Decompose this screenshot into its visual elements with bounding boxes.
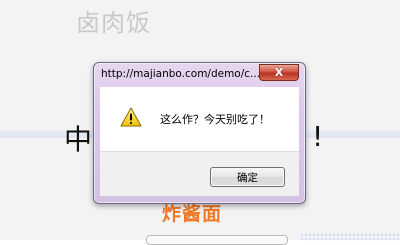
dialog-title: http://majianbo.com/demo/c... [101, 68, 261, 80]
dialog-message: 这么作？今天别吃了！ [160, 113, 270, 126]
dialog-body: 这么作？今天别吃了！ [100, 87, 299, 151]
close-button[interactable]: X [259, 64, 299, 81]
page-bottom-input [146, 235, 288, 245]
ok-button[interactable]: 确定 [210, 167, 285, 187]
alert-dialog: http://majianbo.com/demo/c... X 这么作？今天别吃… [93, 62, 306, 204]
warning-icon [120, 107, 142, 127]
page-title: 卤肉饭 [76, 9, 151, 37]
page-text-left: 中 [64, 123, 93, 156]
close-icon: X [274, 66, 284, 79]
page-text-right: ! [312, 120, 324, 153]
dialog-footer: 确定 [100, 151, 299, 196]
